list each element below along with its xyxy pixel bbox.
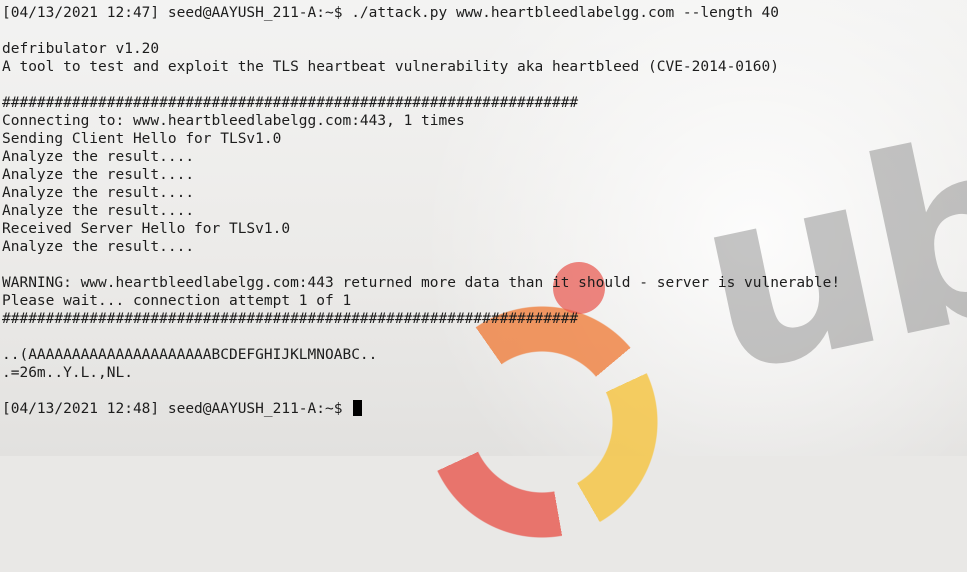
terminal-line: Analyze the result.... — [2, 203, 195, 219]
terminal-line: A tool to test and exploit the TLS heart… — [2, 59, 779, 75]
terminal-line: Received Server Hello for TLSv1.0 — [2, 221, 291, 237]
terminal-line: Analyze the result.... — [2, 149, 195, 165]
terminal-line: WARNING: www.heartbleedlabelgg.com:443 r… — [2, 275, 841, 291]
terminal-line: defribulator v1.20 — [2, 41, 160, 57]
terminal-line: Analyze the result.... — [2, 167, 195, 183]
terminal-line: Analyze the result.... — [2, 185, 195, 201]
terminal-output[interactable]: [04/13/2021 12:47] seed@AAYUSH_211-A:~$ … — [0, 0, 967, 456]
terminal-cursor[interactable] — [353, 400, 363, 416]
terminal-line: ..(AAAAAAAAAAAAAAAAAAAAABCDEFGHIJKLMNOAB… — [2, 347, 378, 363]
terminal-prompt: [04/13/2021 12:48] seed@AAYUSH_211-A:~$ — [2, 401, 352, 417]
terminal-line: Sending Client Hello for TLSv1.0 — [2, 131, 282, 147]
terminal-line: .=26m..Y.L.,NL. — [2, 365, 133, 381]
terminal-line: Please wait... connection attempt 1 of 1 — [2, 293, 352, 309]
terminal-prompt-line[interactable]: [04/13/2021 12:48] seed@AAYUSH_211-A:~$ — [2, 400, 967, 418]
terminal-line: ########################################… — [2, 311, 579, 327]
terminal-line: Analyze the result.... — [2, 239, 195, 255]
terminal-line: ########################################… — [2, 95, 579, 111]
terminal-line: [04/13/2021 12:47] seed@AAYUSH_211-A:~$ … — [2, 5, 779, 21]
terminal-line: Connecting to: www.heartbleedlabelgg.com… — [2, 113, 465, 129]
